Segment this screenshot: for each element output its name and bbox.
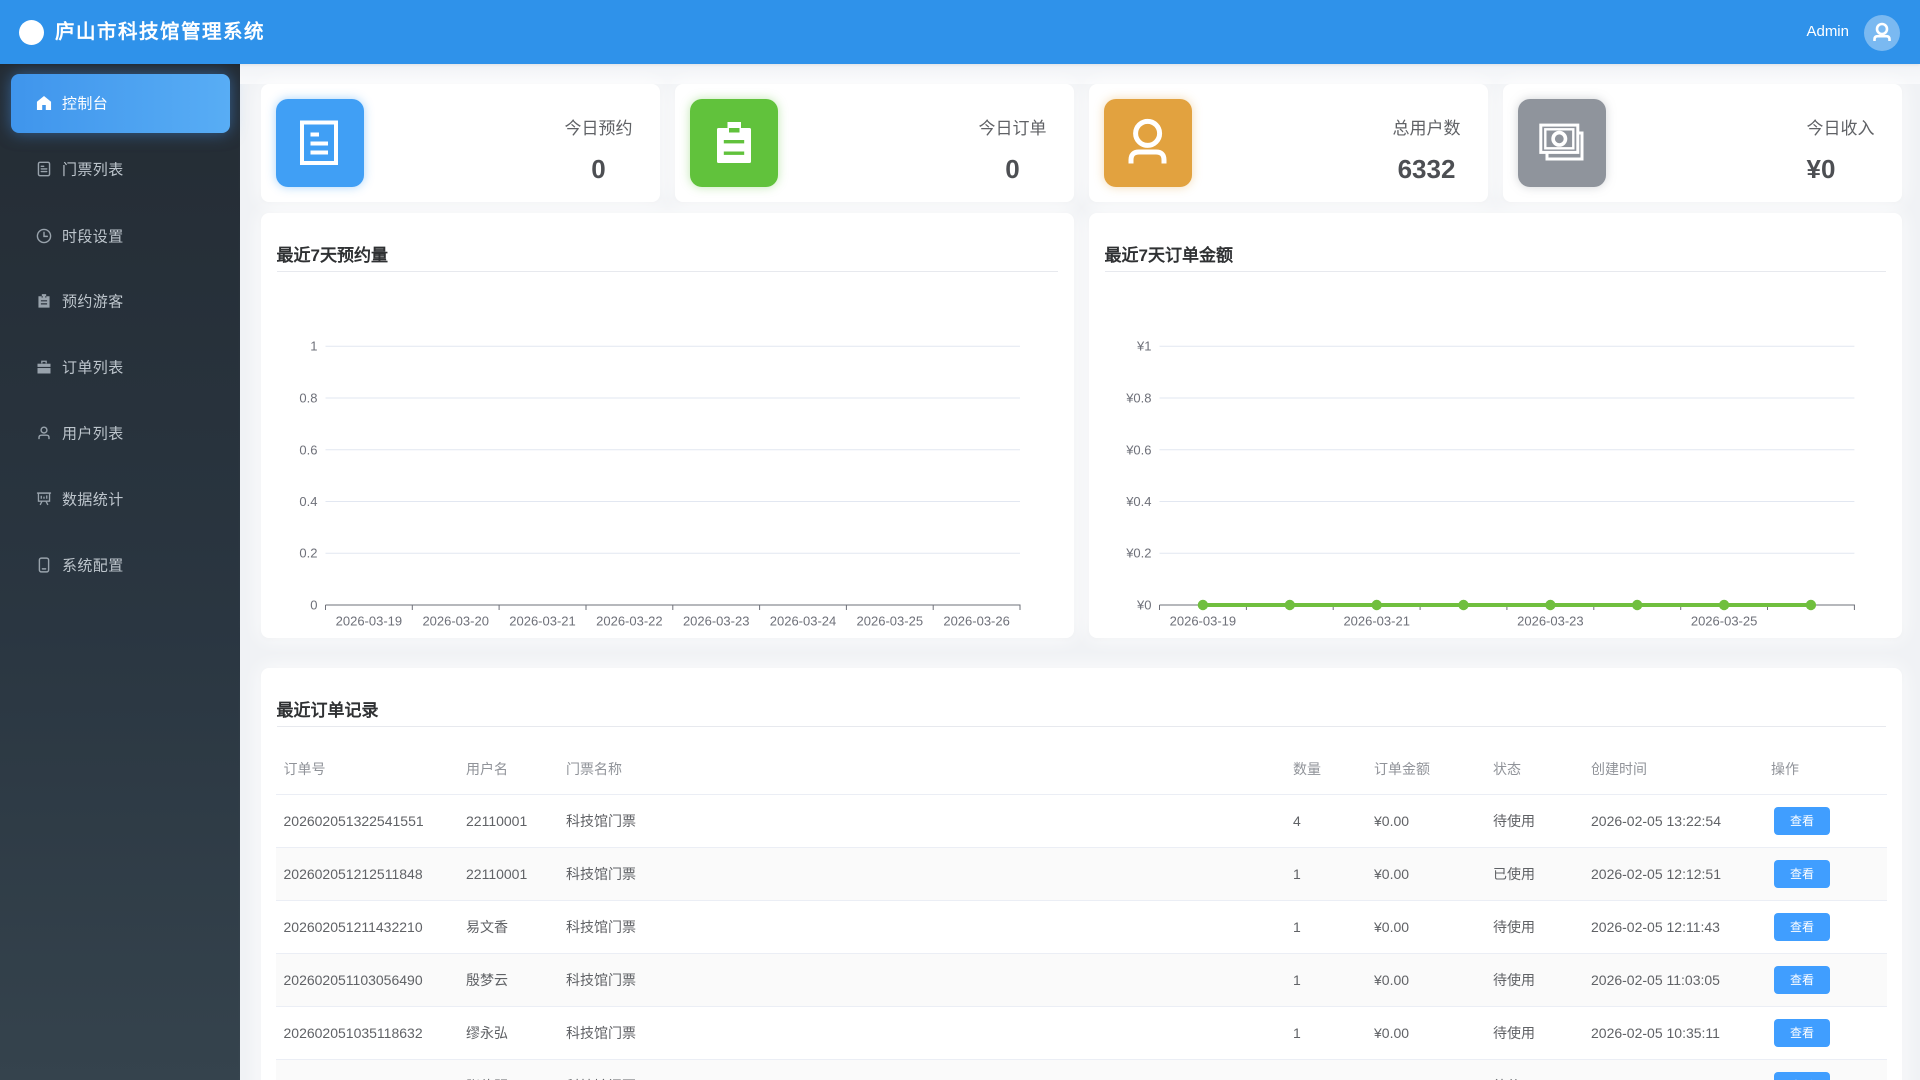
- svg-text:2026-03-23: 2026-03-23: [1517, 614, 1584, 629]
- svg-text:2026-03-19: 2026-03-19: [1169, 614, 1236, 629]
- svg-text:¥0.2: ¥0.2: [1125, 546, 1151, 561]
- svg-text:¥0.6: ¥0.6: [1125, 442, 1151, 457]
- svg-text:2026-03-21: 2026-03-21: [1343, 614, 1410, 629]
- svg-text:¥0.4: ¥0.4: [1125, 494, 1151, 509]
- svg-text:2026-03-25: 2026-03-25: [856, 614, 923, 629]
- svg-text:0: 0: [310, 598, 317, 613]
- svg-text:2026-03-24: 2026-03-24: [769, 614, 836, 629]
- svg-text:0.4: 0.4: [299, 494, 317, 509]
- svg-text:2026-03-26: 2026-03-26: [943, 614, 1010, 629]
- svg-text:2026-03-23: 2026-03-23: [682, 614, 749, 629]
- svg-text:2026-03-21: 2026-03-21: [509, 614, 576, 629]
- svg-text:2026-03-22: 2026-03-22: [596, 614, 663, 629]
- svg-text:2026-03-20: 2026-03-20: [422, 614, 489, 629]
- svg-text:0.6: 0.6: [299, 442, 317, 457]
- svg-text:¥0: ¥0: [1136, 598, 1151, 613]
- svg-text:0.8: 0.8: [299, 391, 317, 406]
- svg-text:¥0.8: ¥0.8: [1125, 391, 1151, 406]
- svg-text:2026-03-25: 2026-03-25: [1690, 614, 1757, 629]
- svg-text:¥1: ¥1: [1136, 339, 1151, 354]
- svg-text:0.2: 0.2: [299, 546, 317, 561]
- svg-text:1: 1: [310, 339, 317, 354]
- svg-text:2026-03-19: 2026-03-19: [335, 614, 402, 629]
